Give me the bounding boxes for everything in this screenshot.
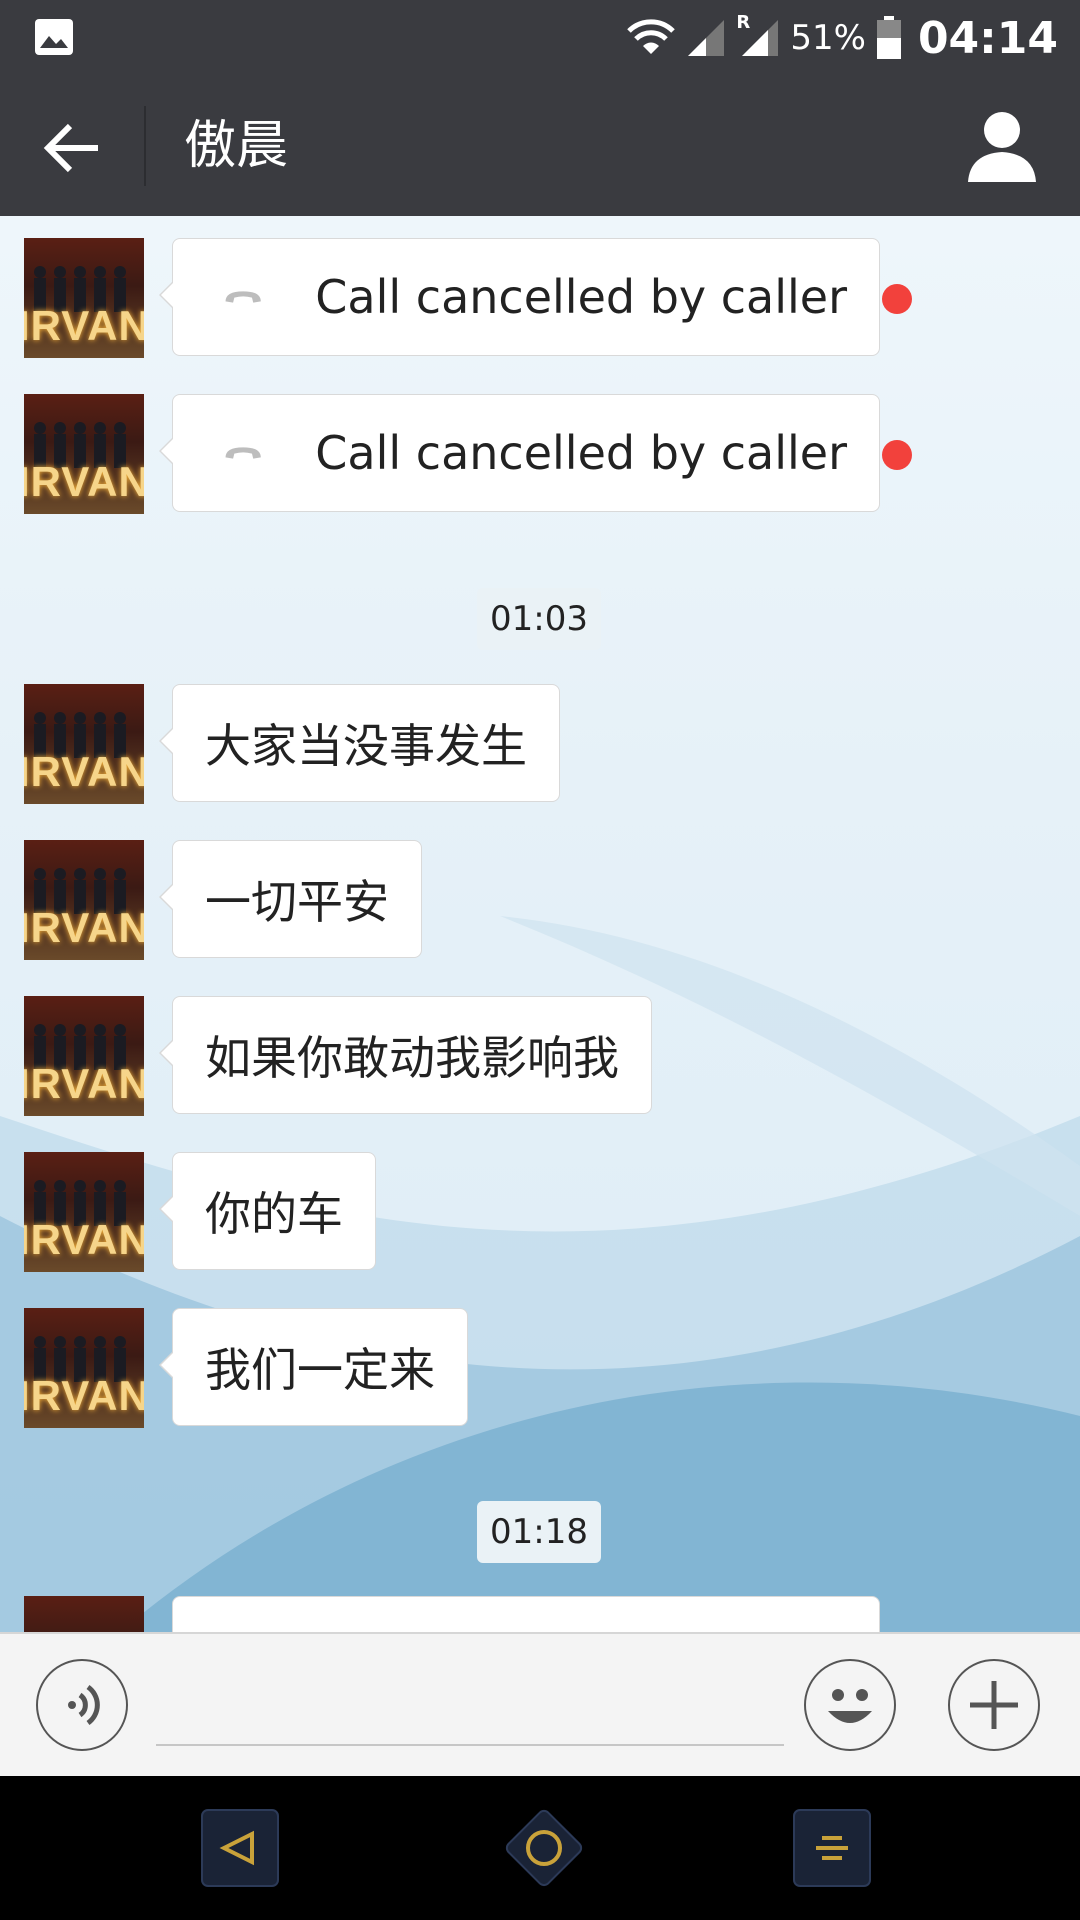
message-text: 你的车 xyxy=(205,1187,343,1241)
avatar[interactable]: IRVANA xyxy=(24,394,144,514)
message-row: IRVANA 如果你敢动我影响我 xyxy=(24,996,1064,1116)
nav-back-button[interactable] xyxy=(200,1808,280,1888)
unread-indicator xyxy=(882,440,912,470)
message-text: 我们一定来 xyxy=(205,1343,435,1397)
more-button[interactable] xyxy=(948,1659,1040,1751)
message-input[interactable] xyxy=(156,1654,784,1746)
input-bar xyxy=(0,1632,1080,1778)
message-list[interactable]: IRVANA Call cancelled by caller IRVANA C… xyxy=(0,216,1080,1632)
text-message-bubble[interactable]: 一切平安 xyxy=(159,840,422,958)
unread-indicator xyxy=(882,284,912,314)
avatar[interactable] xyxy=(24,1596,144,1632)
battery-percent: 51% xyxy=(790,18,866,58)
message-text: Call cancelled by caller xyxy=(315,270,847,324)
wifi-icon xyxy=(627,19,676,54)
avatar[interactable]: IRVANA xyxy=(24,1152,144,1272)
status-indicators: R 51% 04:14 xyxy=(626,0,1058,76)
text-message-bubble[interactable]: 我们一定来 xyxy=(159,1308,468,1426)
emoji-button[interactable] xyxy=(804,1659,896,1751)
status-bar: R 51% 04:14 xyxy=(0,0,1080,76)
header-divider xyxy=(144,106,146,186)
message-text: Call cancelled by caller xyxy=(315,426,847,480)
person-icon xyxy=(968,112,1036,182)
avatar-text: IRVANA xyxy=(24,458,144,505)
signal-icon xyxy=(742,20,779,56)
signal-roaming: R xyxy=(736,12,780,58)
nav-menu-button[interactable] xyxy=(792,1808,872,1888)
timestamp-chip: 01:18 xyxy=(477,1501,601,1563)
avatar[interactable]: IRVANA xyxy=(24,238,144,358)
message-row: IRVANA Call cancelled by caller xyxy=(24,238,1064,358)
page-title: 傲晨 xyxy=(184,116,289,176)
text-message-bubble[interactable]: 你的车 xyxy=(159,1152,376,1270)
call-message-bubble[interactable]: Call cancelled by caller xyxy=(159,394,880,512)
system-nav-bar xyxy=(0,1776,1080,1920)
arrow-left-icon xyxy=(43,123,98,173)
chat-header: 傲晨 xyxy=(0,76,1080,216)
message-row: IRVANA 我们一定来 xyxy=(24,1308,1064,1428)
message-row xyxy=(24,1596,1064,1632)
timestamp-chip: 01:03 xyxy=(477,588,601,650)
avatar-text: IRVANA xyxy=(24,1216,144,1263)
avatar-text: IRVANA xyxy=(24,748,144,795)
avatar-text: IRVANA xyxy=(24,1060,144,1107)
message-row: IRVANA Call cancelled by caller xyxy=(24,394,1064,514)
message-text: 大家当没事发生 xyxy=(205,719,527,773)
message-row: IRVANA 一切平安 xyxy=(24,840,1064,960)
avatar-text: IRVANA xyxy=(24,904,144,951)
text-message-bubble[interactable]: 大家当没事发生 xyxy=(159,684,560,802)
voice-icon xyxy=(68,1684,100,1726)
avatar[interactable]: IRVANA xyxy=(24,684,144,804)
avatar[interactable]: IRVANA xyxy=(24,1308,144,1428)
text-message-bubble[interactable]: 如果你敢动我影响我 xyxy=(159,996,652,1114)
phone-hangup-icon xyxy=(225,447,261,459)
smiley-icon xyxy=(828,1689,872,1723)
battery-icon xyxy=(876,16,901,59)
nav-home-button[interactable] xyxy=(494,1798,594,1898)
call-message-bubble[interactable]: Call cancelled by caller xyxy=(159,238,880,356)
message-text: 一切平安 xyxy=(205,875,389,929)
phone-hangup-icon xyxy=(225,291,261,303)
avatar-text: IRVANA xyxy=(24,1372,144,1419)
back-button[interactable] xyxy=(40,116,104,180)
plus-icon xyxy=(970,1681,1018,1729)
avatar[interactable]: IRVANA xyxy=(24,840,144,960)
profile-button[interactable] xyxy=(964,106,1040,186)
message-row: IRVANA 你的车 xyxy=(24,1152,1064,1272)
avatar[interactable]: IRVANA xyxy=(24,996,144,1116)
clock: 04:14 xyxy=(917,12,1058,64)
message-row: IRVANA 大家当没事发生 xyxy=(24,684,1064,804)
avatar-text: IRVANA xyxy=(24,302,144,349)
voice-button[interactable] xyxy=(36,1659,128,1751)
message-text: 如果你敢动我影响我 xyxy=(205,1031,619,1085)
signal-icon xyxy=(688,20,725,56)
partial-message-bubble[interactable] xyxy=(172,1596,880,1632)
gallery-icon xyxy=(35,19,73,55)
